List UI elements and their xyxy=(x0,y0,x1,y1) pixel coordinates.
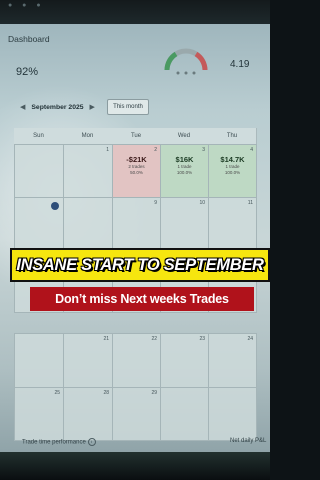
weekday-sun: Sun xyxy=(14,128,64,144)
win-rate-value: 92% xyxy=(16,66,39,78)
calendar-day[interactable] xyxy=(63,197,113,252)
weekday-thu: Thu xyxy=(208,128,257,144)
calendar-day[interactable]: 9 xyxy=(112,197,161,252)
day-trade-count: 1 trade xyxy=(177,164,192,169)
device-bezel-top: ● ● ● xyxy=(0,0,270,26)
day-trade-count: 1 trade xyxy=(225,164,240,169)
calendar-day[interactable] xyxy=(14,333,64,388)
calendar-day-win[interactable]: 3 $16K 1 trade 100.0% xyxy=(160,144,209,198)
day-pnl: $14.7K xyxy=(220,155,245,164)
day-trade-count: 2 trades xyxy=(128,164,145,169)
weekday-wed: Wed xyxy=(160,128,209,144)
calendar-day[interactable]: 24 xyxy=(208,333,257,388)
calendar-day[interactable]: 29 xyxy=(112,387,161,441)
calendar-day[interactable]: 22 xyxy=(112,333,161,388)
headline-text: INSANE START TO SEPTEMBER xyxy=(16,255,264,274)
calendar-day-empty xyxy=(160,387,209,441)
calendar-header: ◀ September 2025 ▶ xyxy=(14,99,101,115)
calendar-day[interactable]: 23 xyxy=(160,333,209,388)
prev-month-button[interactable]: ◀ xyxy=(20,103,25,111)
net-daily-pnl-label: Net daily P&L xyxy=(230,438,267,444)
calendar-day[interactable]: 21 xyxy=(63,333,113,388)
info-icon[interactable]: i xyxy=(87,438,96,446)
device-bezel-bottom xyxy=(0,452,270,480)
status-dots: ● ● ● xyxy=(8,2,45,9)
day-pnl: $16K xyxy=(175,155,194,164)
calendar-day[interactable]: 28 xyxy=(63,387,113,441)
calendar-day-today[interactable] xyxy=(14,197,64,252)
weekday-mon: Mon xyxy=(63,128,113,144)
dashboard-title: Dashboard xyxy=(8,34,50,44)
profit-factor-value: 4.19 xyxy=(230,59,250,70)
month-label: September 2025 xyxy=(31,103,84,111)
subline-banner: Don’t miss Next weeks Trades xyxy=(30,287,254,311)
calendar-day[interactable]: 10 xyxy=(160,197,209,252)
day-pnl: -$21K xyxy=(126,155,147,164)
headline-banner: INSANE START TO SEPTEMBER xyxy=(12,250,268,280)
screen: Dashboard 92% 4.19 ◀ September 2025 ▶ Th… xyxy=(0,24,270,454)
day-win-rate: 50.0% xyxy=(130,170,143,175)
this-month-button[interactable]: This month xyxy=(107,99,149,115)
calendar-day[interactable]: 1 xyxy=(63,144,113,198)
gauge-icon xyxy=(164,48,208,75)
calendar-day[interactable]: 25 xyxy=(14,387,64,441)
trade-time-performance-label: Trade time performance i xyxy=(22,438,96,446)
day-win-rate: 100.0% xyxy=(176,170,193,175)
day-win-rate: 100.0% xyxy=(224,170,241,175)
today-indicator xyxy=(51,202,59,210)
calendar-day[interactable]: 11 xyxy=(208,197,257,252)
weekday-tue: Tue xyxy=(112,128,161,144)
calendar-day-empty xyxy=(208,387,257,441)
calendar-day-loss[interactable]: 2 -$21K 2 trades 50.0% xyxy=(112,144,161,198)
calendar-day-win[interactable]: 4 $14.7K 1 trade 100.0% xyxy=(208,144,257,198)
calendar-day-empty xyxy=(14,144,64,198)
next-month-button[interactable]: ▶ xyxy=(90,103,95,111)
subline-text: Don’t miss Next weeks Trades xyxy=(55,292,229,306)
